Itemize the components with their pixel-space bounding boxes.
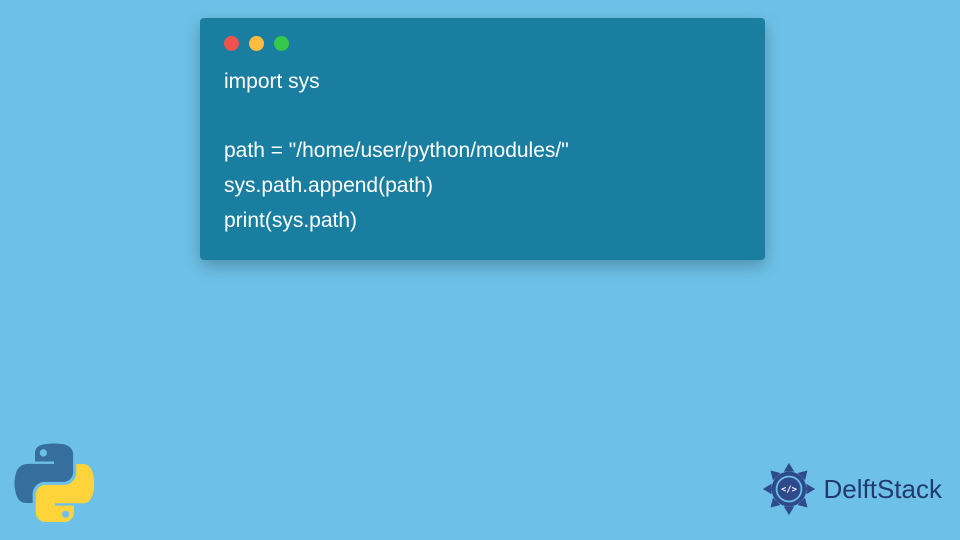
maximize-icon	[274, 36, 289, 51]
delftstack-gear-icon: </>	[760, 460, 818, 518]
brand-name: DelftStack	[824, 474, 943, 505]
svg-text:</>: </>	[781, 485, 797, 495]
code-block: import sys path = "/home/user/python/mod…	[224, 65, 741, 238]
minimize-icon	[249, 36, 264, 51]
python-logo-icon	[14, 442, 94, 522]
window-traffic-lights	[224, 36, 741, 51]
code-window: import sys path = "/home/user/python/mod…	[200, 18, 765, 260]
brand-logo: </> DelftStack	[760, 460, 943, 518]
close-icon	[224, 36, 239, 51]
